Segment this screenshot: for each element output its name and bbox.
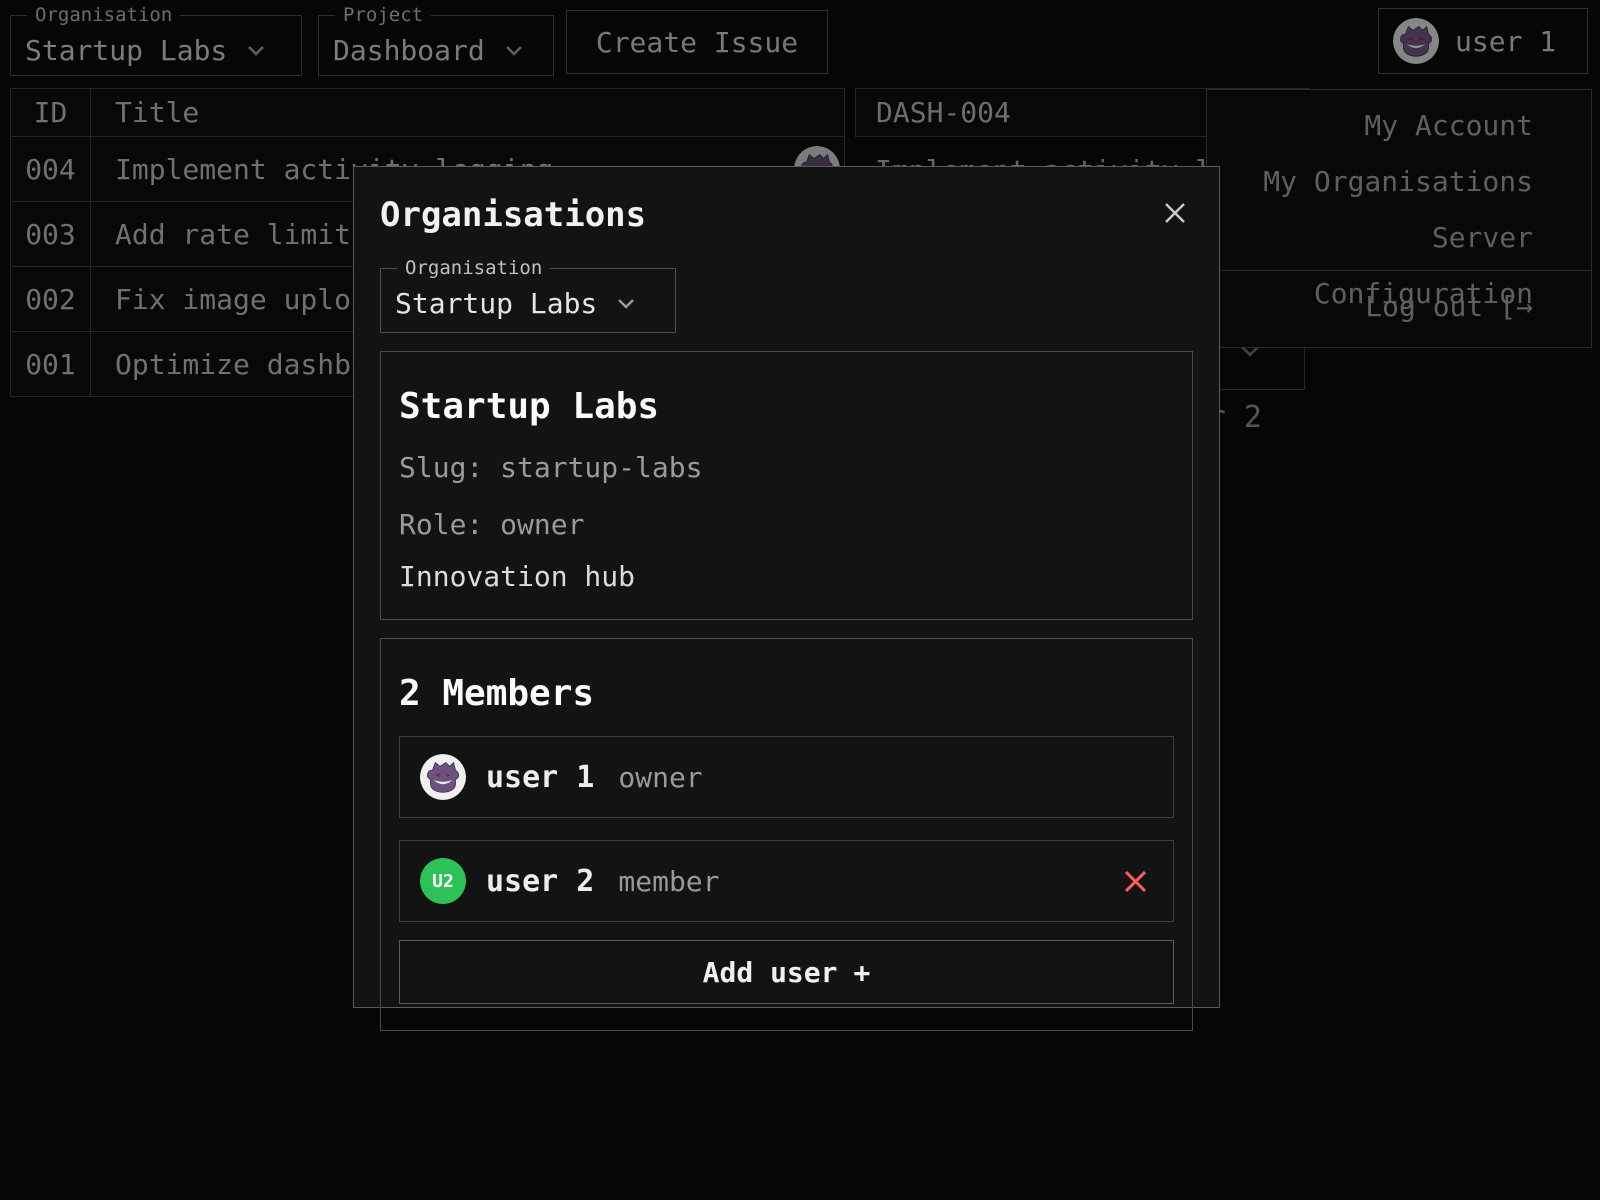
member-row: user 1 owner [399,736,1174,818]
add-user-label: Add user [703,956,838,989]
modal-organisation-select-value: Startup Labs [395,287,597,320]
organisation-name: Startup Labs [399,386,1174,427]
add-user-button[interactable]: Add user + [399,940,1174,1004]
organisation-role: Role: owner [399,508,1174,541]
close-button[interactable] [1157,195,1193,231]
member-avatar-ghost-icon [420,754,466,800]
members-heading: 2 Members [399,673,1174,714]
remove-icon [1122,868,1149,895]
member-initials-badge: U2 [420,858,466,904]
modal-title: Organisations [380,195,646,235]
organisation-description: Innovation hub [399,560,1174,593]
chevron-down-icon [617,298,635,309]
app-screen: Organisation Startup Labs Project Dashbo… [0,0,1600,1200]
member-role: owner [618,761,702,794]
member-name: user 1 [486,760,594,795]
organisation-card: Startup Labs Slug: startup-labs Role: ow… [380,351,1193,620]
member-role: member [618,865,719,898]
remove-member-button[interactable] [1118,864,1153,899]
member-row: U2 user 2 member [399,840,1174,922]
modal-organisation-select[interactable]: Organisation Startup Labs [380,257,676,333]
modal-organisation-select-label: Organisation [397,257,550,279]
organisation-slug: Slug: startup-labs [399,451,1174,484]
plus-icon: + [854,956,871,989]
members-card: 2 Members user 1 owner U2 user 2 member [380,638,1193,1031]
organisations-modal: Organisations Organisation Startup Labs … [353,166,1220,1008]
member-name: user 2 [486,864,594,899]
close-icon [1161,199,1189,227]
